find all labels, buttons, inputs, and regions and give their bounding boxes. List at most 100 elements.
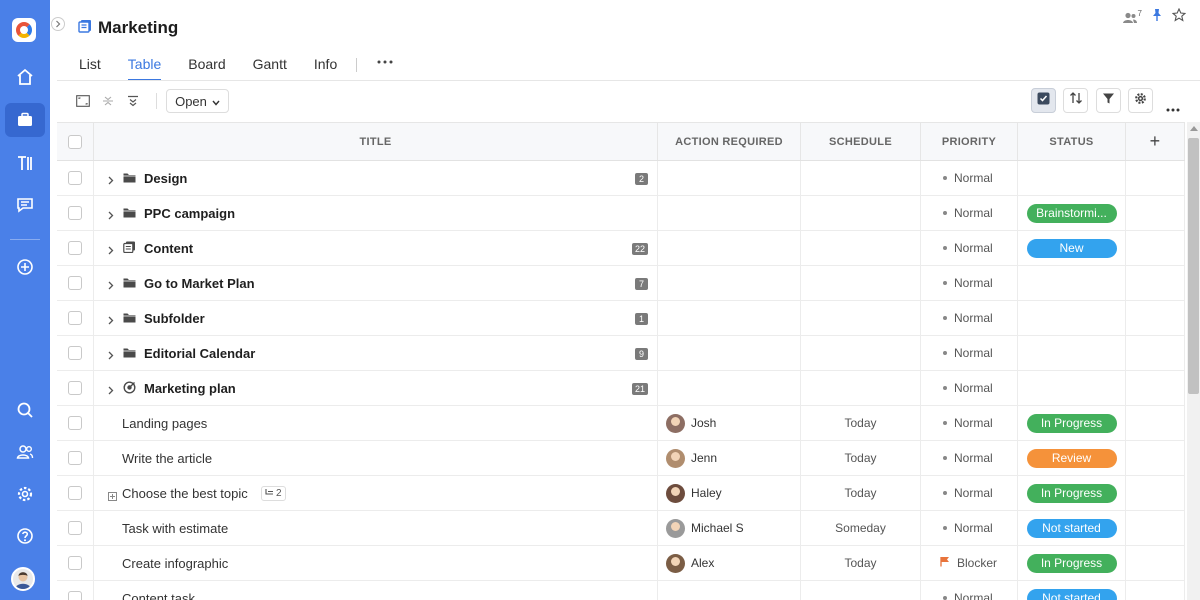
schedule-cell[interactable] [801, 196, 921, 230]
expand-chevron-icon[interactable] [108, 173, 114, 188]
table-settings-button[interactable] [1128, 88, 1153, 113]
status-badge[interactable]: In Progress [1026, 553, 1117, 573]
action-required-cell[interactable] [658, 196, 801, 230]
priority-value[interactable]: Normal [943, 381, 993, 395]
expand-chevron-icon[interactable] [108, 383, 114, 398]
title-cell[interactable]: Landing pages [94, 406, 658, 440]
status-badge[interactable]: In Progress [1026, 483, 1117, 503]
priority-cell[interactable]: Normal [921, 161, 1018, 195]
schedule-cell[interactable]: Today [801, 546, 921, 580]
expand-subtasks-icon[interactable] [108, 489, 117, 504]
action-required-cell[interactable] [658, 336, 801, 370]
assignee[interactable]: Michael S [666, 518, 744, 538]
row-checkbox[interactable] [68, 556, 82, 570]
task-title[interactable]: Choose the best topic [122, 486, 248, 501]
status-cell[interactable]: In Progress [1018, 406, 1126, 440]
action-required-cell[interactable] [658, 371, 801, 405]
subtask-indicator[interactable]: 2 [261, 486, 286, 501]
row-checkbox[interactable] [68, 241, 82, 255]
status-cell[interactable]: In Progress [1018, 546, 1126, 580]
title-cell[interactable]: Subfolder 1 [94, 301, 658, 335]
action-required-cell[interactable] [658, 581, 801, 600]
schedule-cell[interactable]: Today [801, 476, 921, 510]
title-cell[interactable]: Editorial Calendar 9 [94, 336, 658, 370]
status-badge[interactable]: Not started [1026, 518, 1117, 538]
status-cell[interactable] [1018, 266, 1126, 300]
priority-value[interactable]: Normal [943, 416, 993, 430]
members-button[interactable]: 7 [1122, 9, 1142, 25]
priority-cell[interactable]: Normal [921, 406, 1018, 440]
collapse-all-icon[interactable] [99, 92, 117, 110]
task-title[interactable]: Write the article [122, 451, 212, 466]
row-checkbox[interactable] [68, 276, 82, 290]
task-row[interactable]: Task with estimate Michael S Someday Normal… [57, 511, 1185, 546]
assignee[interactable]: Jenn [666, 448, 717, 468]
status-cell[interactable]: Not started [1018, 581, 1126, 600]
priority-value[interactable]: Normal [943, 276, 993, 290]
app-logo[interactable] [12, 18, 36, 42]
priority-value[interactable]: Normal [943, 311, 993, 325]
schedule-cell[interactable] [801, 266, 921, 300]
users-icon[interactable] [5, 435, 45, 469]
action-required-cell[interactable]: Alex [658, 546, 801, 580]
priority-value[interactable]: Normal [943, 451, 993, 465]
row-checkbox[interactable] [68, 206, 82, 220]
tab-list[interactable]: List [79, 54, 101, 81]
priority-value[interactable]: Normal [943, 346, 993, 360]
priority-cell[interactable]: Normal [921, 196, 1018, 230]
scrollbar-thumb[interactable] [1188, 138, 1199, 394]
folder-row[interactable]: Editorial Calendar 9 Normal [57, 336, 1185, 371]
title-cell[interactable]: Create infographic [94, 546, 658, 580]
more-options-icon[interactable] [1166, 99, 1180, 117]
templates-icon[interactable] [5, 146, 45, 180]
sort-button[interactable] [1063, 88, 1088, 113]
priority-cell[interactable]: Normal [921, 476, 1018, 510]
priority-cell[interactable]: Normal [921, 511, 1018, 545]
expand-chevron-icon[interactable] [108, 208, 114, 223]
pin-icon[interactable] [1150, 8, 1164, 27]
add-circle-icon[interactable] [5, 250, 45, 284]
settings-gear-icon[interactable] [5, 477, 45, 511]
folder-row[interactable]: Marketing plan 21 Normal [57, 371, 1185, 406]
title-cell[interactable]: Design 2 [94, 161, 658, 195]
task-row[interactable]: Write the article Jenn Today Normal Review [57, 441, 1185, 476]
row-checkbox[interactable] [68, 591, 82, 600]
folder-title[interactable]: Marketing plan [144, 381, 236, 396]
task-row[interactable]: Choose the best topic 2 Haley Today Normal In… [57, 476, 1185, 511]
tab-gantt[interactable]: Gantt [253, 54, 287, 81]
status-filter-select[interactable]: Open [166, 89, 229, 113]
priority-cell[interactable]: Normal [921, 441, 1018, 475]
folder-title[interactable]: Subfolder [144, 311, 205, 326]
column-schedule[interactable]: SCHEDULE [801, 123, 921, 160]
tab-info[interactable]: Info [314, 54, 337, 81]
priority-value[interactable]: Normal [943, 591, 993, 600]
priority-cell[interactable]: Blocker [921, 546, 1018, 580]
status-cell[interactable]: Brainstormi... [1018, 196, 1126, 230]
folder-title[interactable]: Design [144, 171, 187, 186]
folder-row[interactable]: Subfolder 1 Normal [57, 301, 1185, 336]
status-cell[interactable] [1018, 301, 1126, 335]
row-checkbox[interactable] [68, 451, 82, 465]
priority-value[interactable]: Normal [943, 171, 993, 185]
schedule-cell[interactable] [801, 371, 921, 405]
status-badge[interactable]: Review [1026, 448, 1117, 468]
add-column-button[interactable]: + [1126, 123, 1185, 160]
task-title[interactable]: Content task [122, 591, 195, 600]
task-row[interactable]: Landing pages Josh Today Normal In Progress [57, 406, 1185, 441]
column-status[interactable]: STATUS [1018, 123, 1126, 160]
chat-icon[interactable] [5, 188, 45, 222]
action-required-cell[interactable]: Josh [658, 406, 801, 440]
priority-cell[interactable]: Normal [921, 231, 1018, 265]
column-action-required[interactable]: ACTION REQUIRED [658, 123, 801, 160]
task-title[interactable]: Create infographic [122, 556, 228, 571]
action-required-cell[interactable] [658, 266, 801, 300]
expand-chevron-icon[interactable] [108, 348, 114, 363]
schedule-cell[interactable]: Someday [801, 511, 921, 545]
row-checkbox[interactable] [68, 311, 82, 325]
action-required-cell[interactable]: Michael S [658, 511, 801, 545]
title-cell[interactable]: Go to Market Plan 7 [94, 266, 658, 300]
action-required-cell[interactable] [658, 161, 801, 195]
expand-all-icon[interactable] [124, 92, 142, 110]
status-cell[interactable] [1018, 336, 1126, 370]
priority-value[interactable]: Normal [943, 486, 993, 500]
